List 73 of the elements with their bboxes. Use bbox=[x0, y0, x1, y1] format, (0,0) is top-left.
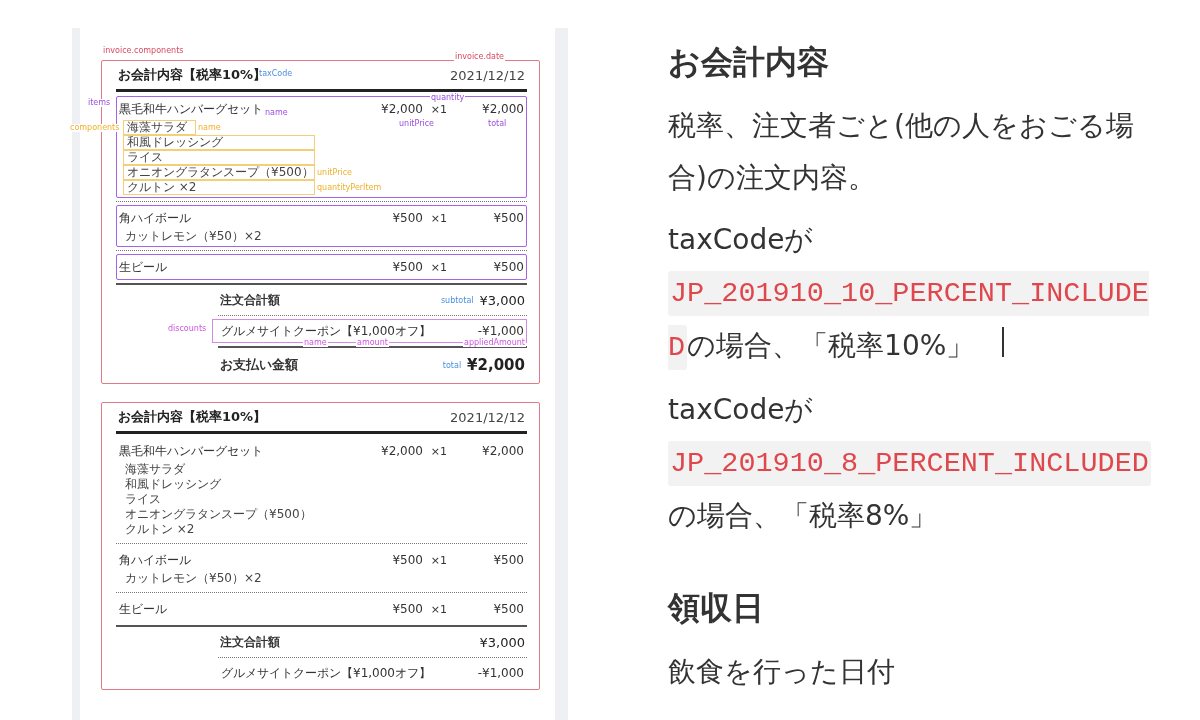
component-item: クルトン ×2 bbox=[123, 180, 315, 195]
discount-name: グルメサイトクーポン【¥1,000オフ】 bbox=[221, 322, 432, 338]
item-total: ¥500 bbox=[492, 260, 524, 274]
item-quantity: ×1 bbox=[429, 553, 447, 567]
item-name: 黒毛和牛ハンバーグセット bbox=[119, 100, 263, 118]
paragraph: 飲食を行った日付 bbox=[668, 654, 896, 690]
discount-name: グルメサイトクーポン【¥1,000オフ】 bbox=[221, 664, 432, 682]
component-item: クルトン ×2 bbox=[124, 522, 196, 537]
annotation-label: unitPrice bbox=[317, 168, 352, 177]
paragraph: 税率、注文者ごと(他の人をおごる場合)の注文内容。 bbox=[668, 108, 1135, 196]
item-quantity: ×1 bbox=[429, 602, 447, 616]
annotation-label: total bbox=[442, 360, 462, 370]
item-quantity: ×1 bbox=[429, 260, 447, 274]
unit-price: ¥500 bbox=[392, 211, 423, 225]
component-item: オニオングラタンスープ（¥500） bbox=[123, 165, 315, 180]
component-item: 和風ドレッシング bbox=[124, 477, 222, 492]
annotation-label: items bbox=[87, 99, 112, 107]
annotation-label: invoice.date bbox=[453, 53, 505, 61]
item-name: 黒毛和牛ハンバーグセット bbox=[119, 442, 263, 460]
receipt-title: お会計内容【税率10%】 bbox=[118, 408, 267, 426]
item-total: ¥500 bbox=[492, 211, 524, 225]
subtotal-label: 注文合計額 bbox=[220, 633, 281, 651]
component-item: 海藻サラダ bbox=[124, 462, 186, 477]
component-item: ライス bbox=[124, 492, 162, 507]
annotation-label: discounts bbox=[167, 325, 208, 333]
unit-price: ¥2,000 bbox=[381, 102, 423, 116]
component-item: 和風ドレッシング bbox=[123, 135, 315, 150]
receipt-date: 2021/12/12 bbox=[450, 67, 525, 83]
component-item: ライス bbox=[123, 150, 315, 165]
component-item: オニオングラタンスープ（¥500） bbox=[124, 507, 313, 522]
paragraph: taxCodeが JP_201910_8_PERCENT_INCLUDED の場合、「税率8%」 bbox=[668, 392, 1152, 534]
annotation-label: name bbox=[303, 339, 328, 347]
annotation-label: quantityPerItem bbox=[317, 183, 382, 192]
subtotal-label: 注文合計額 bbox=[220, 291, 281, 309]
annotation-label: quantity bbox=[430, 94, 466, 102]
unit-price: ¥500 bbox=[392, 553, 423, 567]
discount-amount: -¥1,000 bbox=[477, 324, 524, 338]
annotation-label: invoice.components bbox=[102, 47, 185, 55]
item-quantity: ×1 bbox=[429, 102, 447, 116]
component-item: カットレモン（¥50）×2 bbox=[124, 229, 263, 244]
receipt-date: 2021/12/12 bbox=[450, 409, 525, 425]
total-label: お支払い金額 bbox=[220, 356, 299, 374]
item-name: 生ビール bbox=[119, 600, 167, 618]
total-value: ¥2,000 bbox=[467, 356, 525, 374]
unit-price: ¥500 bbox=[392, 260, 423, 274]
unit-price: ¥500 bbox=[392, 602, 423, 616]
section-heading: お会計内容 bbox=[668, 42, 830, 83]
annotation-label: appliedAmount bbox=[463, 339, 526, 347]
annotation-label: taxCode bbox=[258, 70, 294, 78]
discount-amount: -¥1,000 bbox=[477, 666, 524, 680]
item-total: ¥2,000 bbox=[481, 102, 524, 116]
item-name: 角ハイボール bbox=[119, 209, 191, 227]
annotation-label: components bbox=[69, 124, 121, 132]
subtotal-value: ¥3,000 bbox=[479, 292, 525, 308]
subtotal-value: ¥3,000 bbox=[479, 634, 525, 650]
annotation-label: total bbox=[487, 120, 508, 128]
component-item: 海藻サラダ bbox=[123, 120, 196, 135]
item-quantity: ×1 bbox=[429, 444, 447, 458]
text-cursor-icon bbox=[1002, 327, 1004, 357]
section-heading: 領収日 bbox=[668, 588, 765, 629]
item-total: ¥500 bbox=[492, 553, 524, 567]
annotation-label: subtotal bbox=[440, 295, 474, 305]
annotation-label: name bbox=[198, 123, 221, 132]
unit-price: ¥2,000 bbox=[381, 444, 423, 458]
item-quantity: ×1 bbox=[429, 211, 447, 225]
item-name: 生ビール bbox=[119, 258, 167, 276]
component-item: カットレモン（¥50）×2 bbox=[124, 571, 263, 586]
item-total: ¥2,000 bbox=[481, 444, 524, 458]
annotation-label: name bbox=[265, 109, 288, 117]
annotation-label: amount bbox=[356, 339, 389, 347]
item-name: 角ハイボール bbox=[119, 551, 191, 569]
item-total: ¥500 bbox=[492, 602, 524, 616]
annotation-label: unitPrice bbox=[398, 120, 435, 128]
